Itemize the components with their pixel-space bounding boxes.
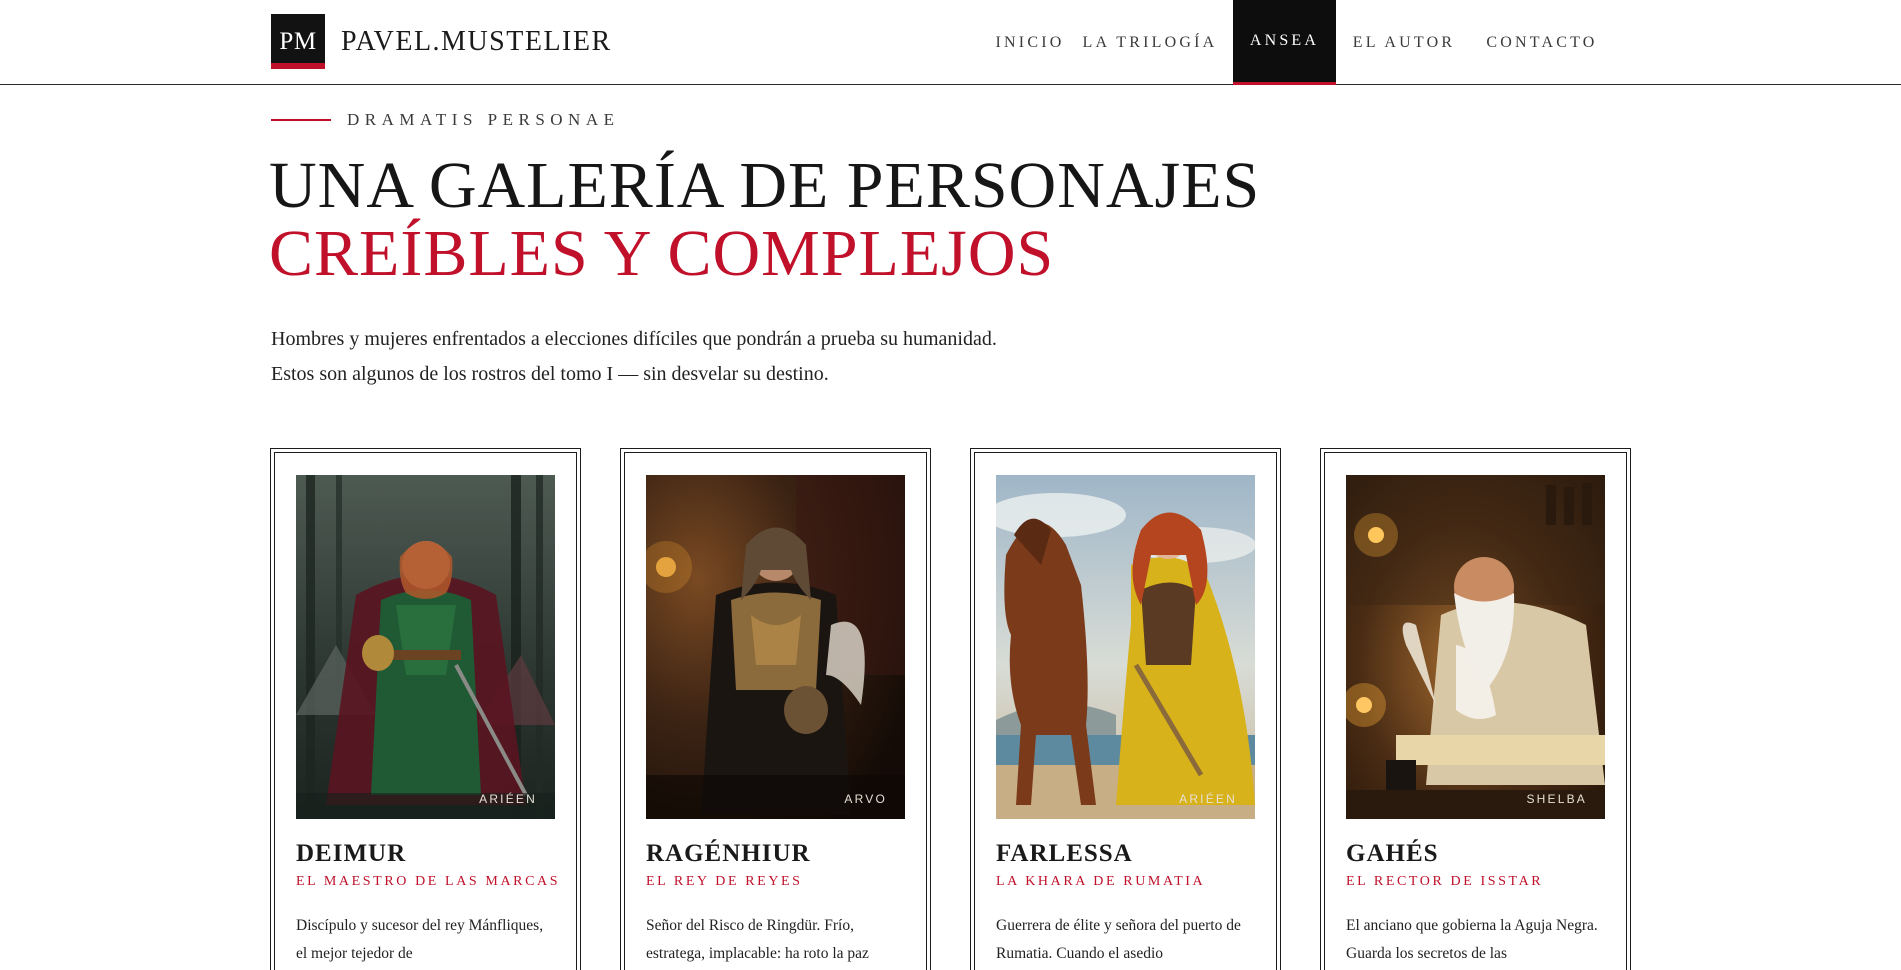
eyebrow-rule (271, 119, 331, 121)
page-title-line-1: UNA GALERÍA DE PERSONAJES (269, 149, 1261, 222)
logo-monogram[interactable]: PM (271, 14, 325, 69)
character-role: EL REY DE REYES (646, 874, 803, 889)
character-name: RAGÉNHIUR (646, 840, 811, 867)
portrait-image (996, 475, 1255, 819)
portrait-image (1346, 475, 1605, 819)
character-card-gahes[interactable]: SHELBA GAHÉS EL RECTOR DE ISSTAR El anci… (1320, 448, 1631, 970)
character-description: Señor del Risco de Ringdür. Frío, estrat… (646, 917, 869, 962)
artist-credit: SHELBA (1526, 792, 1587, 806)
lede-line-1: Hombres y mujeres enfrentados a eleccion… (271, 328, 997, 350)
character-description: Guerrera de élite y señora del puerto de… (996, 917, 1241, 962)
portrait-image (296, 475, 555, 819)
character-name: GAHÉS (1346, 840, 1439, 867)
eyebrow-text: DRAMATIS PERSONAE (347, 110, 620, 129)
character-description: El anciano que gobierna la Aguja Negra. … (1346, 917, 1598, 962)
character-card-farlessa[interactable]: ARIÉEN FARLESSA LA KHARA DE RUMATIA Guer… (970, 448, 1281, 970)
character-name: FARLESSA (996, 840, 1133, 867)
character-portrait[interactable]: ARVO (646, 475, 905, 819)
nav-item-el-autor[interactable]: EL AUTOR (1336, 0, 1472, 85)
character-name: DEIMUR (296, 840, 407, 867)
lede-line-2: Estos son algunos de los rostros del tom… (271, 363, 829, 385)
artist-credit: ARVO (844, 792, 887, 806)
main-nav: INICIO LA TRILOGÍA ANSEA EL AUTOR CONTAC… (970, 0, 1612, 85)
character-card-deimur[interactable]: ARIÉEN DEIMUR EL MAESTRO DE LAS MARCAS D… (270, 448, 581, 970)
nav-item-contacto[interactable]: CONTACTO (1472, 0, 1612, 85)
artist-credit: ARIÉEN (479, 792, 537, 806)
logo-wordmark[interactable]: PAVEL.MUSTELIER (341, 26, 612, 58)
character-role: LA KHARA DE RUMATIA (996, 874, 1206, 889)
character-gallery: ARIÉEN DEIMUR EL MAESTRO DE LAS MARCAS D… (270, 448, 1632, 970)
character-card-ragenhiur[interactable]: ARVO RAGÉNHIUR EL REY DE REYES Señor del… (620, 448, 931, 970)
page-title: UNA GALERÍA DE PERSONAJES CREÍBLES Y COM… (269, 152, 1260, 288)
nav-item-ansea[interactable]: ANSEA (1233, 0, 1336, 85)
character-portrait[interactable]: ARIÉEN (296, 475, 555, 819)
portrait-image (646, 475, 905, 819)
character-description: Discípulo y sucesor del rey Mánfliques, … (296, 917, 544, 962)
character-role: EL RECTOR DE ISSTAR (1346, 874, 1544, 889)
site-logo[interactable]: PM PAVEL.MUSTELIER (271, 14, 612, 69)
artist-credit: ARIÉEN (1179, 792, 1237, 806)
character-portrait[interactable]: SHELBA (1346, 475, 1605, 819)
nav-item-la-trilogia[interactable]: LA TRILOGÍA (1070, 0, 1230, 85)
section-eyebrow: DRAMATIS PERSONAE (271, 110, 620, 130)
nav-item-inicio[interactable]: INICIO (990, 0, 1070, 85)
character-role: EL MAESTRO DE LAS MARCAS (296, 874, 561, 889)
site-header: PM PAVEL.MUSTELIER INICIO LA TRILOGÍA AN… (0, 0, 1901, 85)
page-title-line-2: CREÍBLES Y COMPLEJOS (269, 217, 1055, 290)
character-portrait[interactable]: ARIÉEN (996, 475, 1255, 819)
intro-lede: Hombres y mujeres enfrentados a eleccion… (271, 322, 1171, 392)
